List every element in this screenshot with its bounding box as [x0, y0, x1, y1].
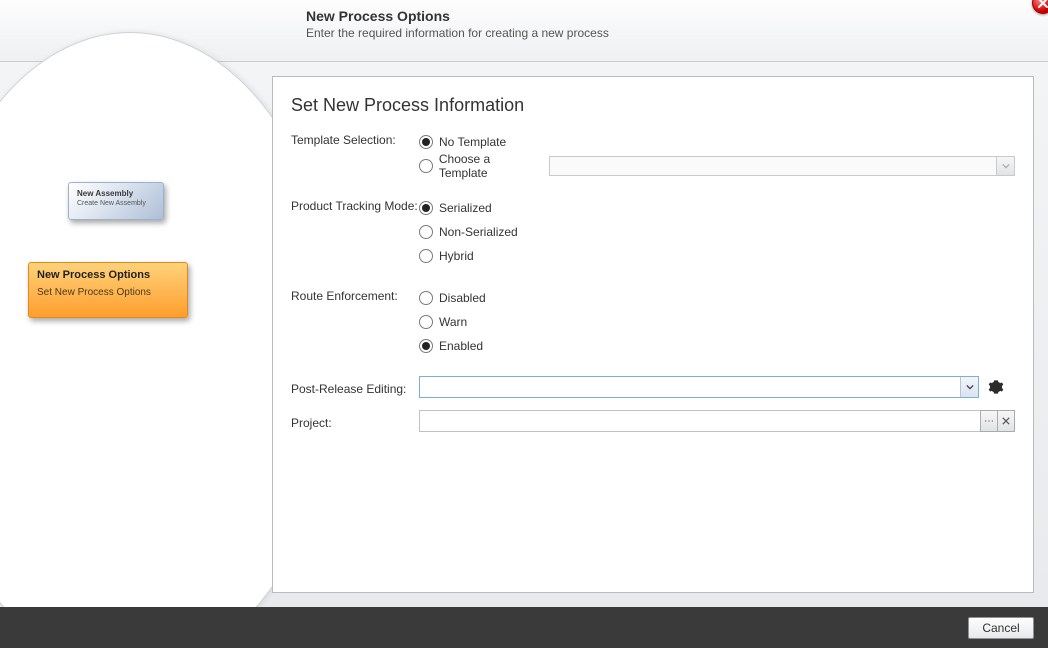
- radio-route-disabled[interactable]: Disabled: [419, 286, 1015, 310]
- project-browse-button[interactable]: ⋯: [980, 410, 998, 432]
- dialog-footer: Cancel: [0, 607, 1048, 648]
- form-heading: Set New Process Information: [291, 95, 1015, 116]
- radio-icon: [419, 159, 433, 173]
- radio-icon: [419, 225, 433, 239]
- chevron-down-icon: [996, 157, 1014, 175]
- radio-no-template[interactable]: No Template: [419, 130, 1015, 154]
- form-panel: Set New Process Information Template Sel…: [272, 76, 1034, 593]
- gear-icon: [988, 379, 1004, 395]
- radio-non-serialized[interactable]: Non-Serialized: [419, 220, 1015, 244]
- radio-route-enabled[interactable]: Enabled: [419, 334, 1015, 358]
- close-icon: [1038, 0, 1048, 8]
- close-icon: [1002, 417, 1010, 425]
- step-card-new-assembly[interactable]: New Assembly Create New Assembly: [68, 182, 164, 220]
- radio-icon: [419, 135, 433, 149]
- radio-icon: [419, 291, 433, 305]
- radio-label: Hybrid: [439, 249, 474, 263]
- step-card-subtitle: Set New Process Options: [37, 287, 179, 298]
- label-product-tracking-mode: Product Tracking Mode:: [291, 196, 419, 213]
- ellipsis-icon: ⋯: [984, 416, 994, 427]
- project-clear-button[interactable]: [997, 410, 1015, 432]
- radio-label: Disabled: [439, 291, 486, 305]
- radio-icon: [419, 201, 433, 215]
- radio-hybrid[interactable]: Hybrid: [419, 244, 1015, 268]
- radio-label: No Template: [439, 135, 506, 149]
- label-route-enforcement: Route Enforcement:: [291, 286, 419, 303]
- step-card-new-process-options[interactable]: New Process Options Set New Process Opti…: [28, 262, 188, 318]
- step-card-subtitle: Create New Assembly: [77, 200, 155, 207]
- radio-icon: [419, 315, 433, 329]
- label-project: Project:: [291, 413, 419, 430]
- cancel-label: Cancel: [982, 621, 1019, 635]
- radio-label: Non-Serialized: [439, 225, 518, 239]
- wizard-sidebar: New Assembly Create New Assembly New Pro…: [0, 62, 272, 607]
- radio-label: Warn: [439, 315, 467, 329]
- radio-icon: [419, 249, 433, 263]
- radio-label: Enabled: [439, 339, 483, 353]
- label-template-selection: Template Selection:: [291, 130, 419, 147]
- wizard-title: New Process Options: [306, 8, 1048, 24]
- cancel-button[interactable]: Cancel: [968, 617, 1034, 639]
- label-post-release-editing: Post-Release Editing:: [291, 379, 419, 396]
- post-release-editing-combobox[interactable]: [419, 376, 979, 398]
- step-card-title: New Process Options: [37, 269, 179, 281]
- step-card-title: New Assembly: [77, 189, 155, 198]
- radio-serialized[interactable]: Serialized: [419, 196, 1015, 220]
- post-release-settings-button[interactable]: [987, 378, 1005, 396]
- template-combobox: [549, 156, 1015, 176]
- radio-choose-template[interactable]: Choose a Template: [419, 154, 1015, 178]
- project-textbox[interactable]: [419, 410, 981, 432]
- wizard-subtitle: Enter the required information for creat…: [306, 26, 1048, 40]
- radio-label: Serialized: [439, 201, 492, 215]
- radio-label: Choose a Template: [439, 152, 541, 180]
- chevron-down-icon[interactable]: [960, 377, 978, 397]
- radio-icon: [419, 339, 433, 353]
- radio-route-warn[interactable]: Warn: [419, 310, 1015, 334]
